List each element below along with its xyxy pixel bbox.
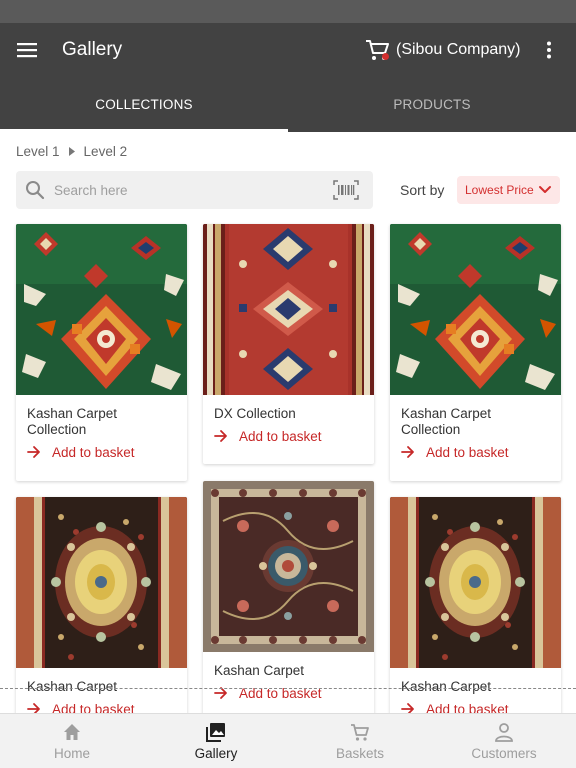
search-box xyxy=(16,171,373,209)
add-to-basket-button[interactable]: Add to basket xyxy=(203,427,374,445)
carpet-image xyxy=(390,224,561,395)
card-title: Kashan Carpet xyxy=(401,679,492,694)
tab-products[interactable]: PRODUCTS xyxy=(288,77,576,132)
breadcrumb-level-1[interactable]: Level 1 xyxy=(16,144,60,159)
carpet-image xyxy=(16,224,187,395)
add-to-basket-label[interactable]: Add to basket xyxy=(52,445,135,460)
nav-gallery-label[interactable]: Gallery xyxy=(195,746,238,761)
person-icon xyxy=(495,723,513,742)
sort-dropdown[interactable]: Lowest Price xyxy=(457,176,560,204)
company-cart-button[interactable]: (Sibou Company) xyxy=(364,23,521,77)
collection-card[interactable]: DX Collection Add to basket xyxy=(203,224,374,464)
gallery-icon xyxy=(206,723,225,742)
page-title: Gallery xyxy=(62,39,123,60)
tab-bar: COLLECTIONS PRODUCTS xyxy=(0,77,576,132)
bottom-navigation: Home Gallery Baskets Customers xyxy=(0,713,576,768)
breadcrumb: Level 1 Level 2 xyxy=(16,143,127,159)
arrow-right-icon xyxy=(214,429,228,443)
collection-card[interactable]: Kashan Carpet Add to basket xyxy=(203,481,374,717)
nav-home[interactable]: Home xyxy=(0,714,144,768)
barcode-scan-icon[interactable] xyxy=(333,180,359,200)
collection-card[interactable]: Kashan Carpet Collection Add to basket xyxy=(16,224,187,481)
arrow-right-icon xyxy=(401,445,415,459)
sort-label: Sort by xyxy=(400,182,445,198)
app-bar: Gallery (Sibou Company) xyxy=(0,23,576,77)
add-to-basket-label[interactable]: Add to basket xyxy=(239,429,322,444)
search-input[interactable] xyxy=(54,182,322,198)
nav-baskets[interactable]: Baskets xyxy=(288,714,432,768)
collection-card[interactable]: Kashan Carpet Collection Add to basket xyxy=(390,224,561,481)
carpet-image xyxy=(390,497,561,668)
collection-card[interactable]: Kashan Carpet Add to basket xyxy=(16,497,187,717)
add-to-basket-button[interactable]: Add to basket xyxy=(203,684,374,702)
sort-value[interactable]: Lowest Price xyxy=(465,183,534,197)
nav-customers-label[interactable]: Customers xyxy=(471,746,536,761)
breadcrumb-level-2[interactable]: Level 2 xyxy=(84,144,128,159)
home-icon xyxy=(64,724,80,740)
cart-notification-dot xyxy=(382,53,389,60)
more-vert-icon[interactable] xyxy=(536,23,562,77)
hamburger-menu-icon[interactable] xyxy=(0,23,54,77)
carpet-image xyxy=(203,481,374,652)
carpet-image xyxy=(16,497,187,668)
add-to-basket-button[interactable]: Add to basket xyxy=(16,443,187,461)
shopping-cart-icon[interactable] xyxy=(364,37,390,63)
arrow-right-icon xyxy=(27,445,41,459)
tab-collections[interactable]: COLLECTIONS xyxy=(0,77,288,132)
card-title: DX Collection xyxy=(214,406,296,421)
chevron-right-icon xyxy=(65,144,79,158)
card-title: Kashan Carpet xyxy=(27,679,118,694)
basket-icon xyxy=(351,724,369,741)
add-to-basket-label[interactable]: Add to basket xyxy=(426,445,509,460)
chevron-down-icon[interactable] xyxy=(538,184,552,196)
collection-card[interactable]: Kashan Carpet Add to basket xyxy=(390,497,561,717)
status-bar xyxy=(0,0,576,23)
search-icon xyxy=(26,181,45,200)
dashed-divider xyxy=(0,688,576,689)
card-title: Kashan Carpet xyxy=(214,663,305,678)
company-name[interactable]: (Sibou Company) xyxy=(396,41,521,59)
nav-home-label[interactable]: Home xyxy=(54,746,90,761)
add-to-basket-button[interactable]: Add to basket xyxy=(390,443,561,461)
carpet-image xyxy=(203,224,374,395)
card-title: Kashan Carpet Collection xyxy=(401,406,492,437)
nav-gallery[interactable]: Gallery xyxy=(144,714,288,768)
nav-customers[interactable]: Customers xyxy=(432,714,576,768)
card-title: Kashan Carpet Collection xyxy=(27,406,118,437)
nav-baskets-label[interactable]: Baskets xyxy=(336,746,384,761)
